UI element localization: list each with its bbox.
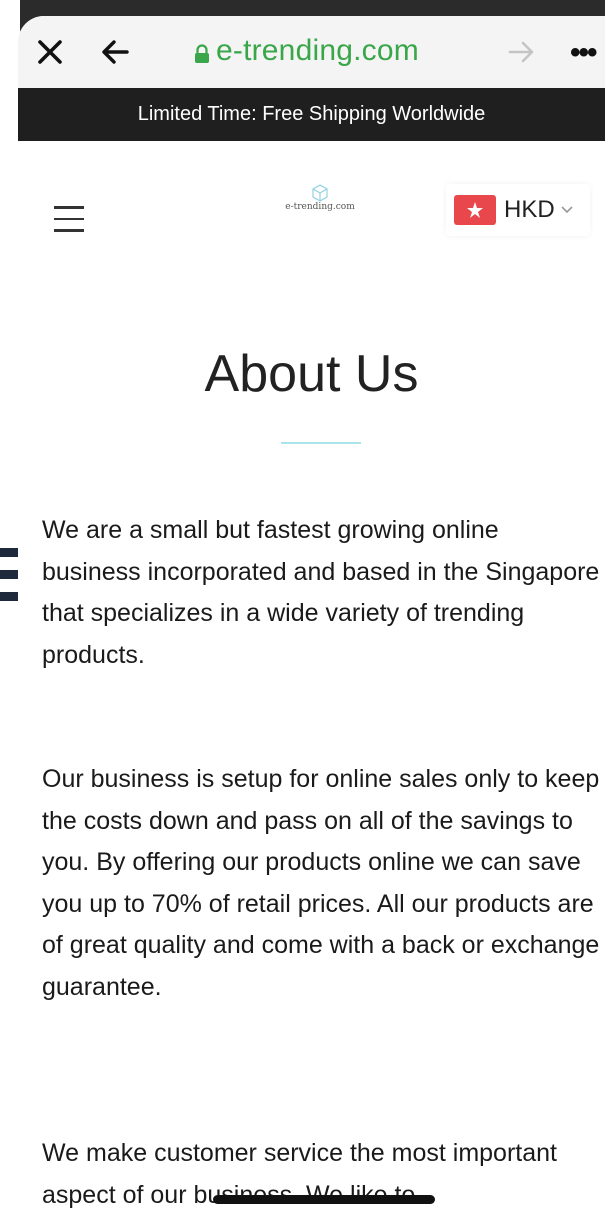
close-icon[interactable] <box>36 38 64 66</box>
browser-toolbar: e-trending.com ••• <box>18 16 605 88</box>
logo-text: e-trending.com <box>285 202 355 212</box>
announcement-bar: Limited Time: Free Shipping Worldwide <box>18 88 605 141</box>
page-title: About Us <box>204 345 419 403</box>
lock-icon <box>195 44 209 63</box>
currency-selector[interactable]: HKD <box>446 184 590 236</box>
hamburger-menu-icon[interactable] <box>54 206 84 232</box>
announcement-text: Limited Time: Free Shipping Worldwide <box>137 103 486 125</box>
phone-screen: e-trending.com ••• Limited Time: Free Sh… <box>18 16 605 1211</box>
cube-logo-icon <box>312 184 328 202</box>
more-options-button[interactable]: ••• <box>570 36 597 70</box>
chevron-down-icon <box>561 206 573 214</box>
back-arrow-icon[interactable] <box>100 38 130 66</box>
about-paragraph-1: We are a small but fastest growing onlin… <box>42 516 600 669</box>
site-logo[interactable]: e-trending.com <box>280 184 360 212</box>
forward-arrow-icon[interactable] <box>508 40 536 64</box>
title-divider <box>281 442 361 444</box>
url-field[interactable]: e-trending.com <box>216 34 419 68</box>
home-indicator[interactable] <box>213 1195 435 1204</box>
currency-code: HKD <box>504 196 555 223</box>
hong-kong-flag-icon <box>454 195 496 225</box>
about-paragraph-2: Our business is setup for online sales o… <box>42 765 600 1001</box>
photo-edge-marks <box>0 548 20 614</box>
